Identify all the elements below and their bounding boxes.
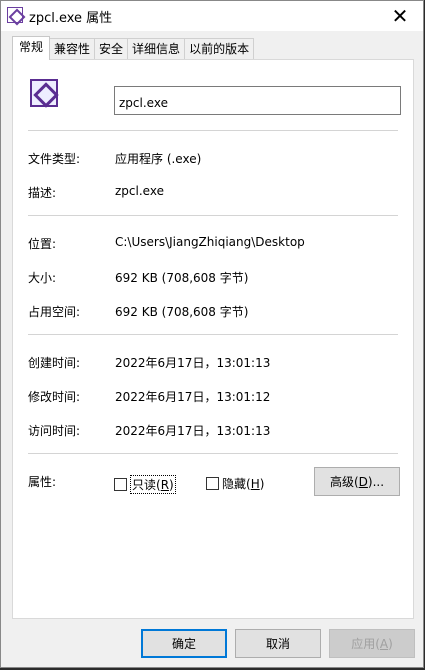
tab-compatibility[interactable]: 兼容性 bbox=[49, 38, 96, 60]
file-type-value: 应用程序 (.exe) bbox=[115, 152, 202, 166]
readonly-checkbox-box[interactable] bbox=[114, 478, 127, 491]
tab-general[interactable]: 常规 bbox=[12, 36, 51, 60]
size-label: 大小: bbox=[28, 271, 57, 285]
file-name-input[interactable] bbox=[114, 86, 401, 115]
description-value: zpcl.exe bbox=[115, 184, 164, 198]
hidden-checkbox[interactable]: 隐藏(H) bbox=[206, 475, 264, 492]
modified-value: 2022年6月17日，13:01:12 bbox=[115, 390, 271, 404]
location-value: C:\Users\JiangZhiqiang\Desktop bbox=[115, 235, 305, 249]
size-value: 692 KB (708,608 字节) bbox=[115, 271, 249, 285]
window-title: zpcl.exe 属性 bbox=[29, 11, 113, 26]
general-panel: 文件类型: 应用程序 (.exe) 描述: zpcl.exe 位置: C:\Us… bbox=[12, 59, 414, 619]
disk-size-label: 占用空间: bbox=[28, 305, 81, 319]
hidden-checkbox-label: 隐藏(H) bbox=[222, 477, 265, 491]
tab-security[interactable]: 安全 bbox=[94, 38, 129, 60]
title-bar: zpcl.exe 属性 ✕ bbox=[1, 1, 423, 31]
tab-previous-versions[interactable]: 以前的版本 bbox=[184, 38, 255, 60]
attributes-label: 属性: bbox=[28, 475, 57, 489]
exe-file-icon bbox=[30, 79, 58, 107]
app-icon bbox=[7, 7, 23, 23]
advanced-button[interactable]: 高级(D)... bbox=[314, 467, 400, 496]
properties-dialog: zpcl.exe 属性 ✕ 常规 兼容性 安全 详细信息 以前的版本 文件类型:… bbox=[0, 0, 424, 668]
hidden-checkbox-box[interactable] bbox=[206, 477, 219, 490]
tab-strip: 常规 兼容性 安全 详细信息 以前的版本 bbox=[12, 36, 255, 60]
close-button[interactable]: ✕ bbox=[377, 1, 423, 31]
apply-button[interactable]: 应用(A) bbox=[329, 629, 415, 658]
divider bbox=[28, 453, 398, 454]
divider bbox=[28, 130, 398, 131]
modified-label: 修改时间: bbox=[28, 390, 81, 404]
divider bbox=[28, 334, 398, 335]
cancel-button[interactable]: 取消 bbox=[235, 629, 321, 658]
description-label: 描述: bbox=[28, 186, 57, 200]
accessed-value: 2022年6月17日，13:01:13 bbox=[115, 424, 271, 438]
created-value: 2022年6月17日，13:01:13 bbox=[115, 356, 271, 370]
file-type-label: 文件类型: bbox=[28, 152, 81, 166]
readonly-checkbox-label: 只读(R) bbox=[130, 475, 176, 494]
divider bbox=[28, 215, 398, 216]
tab-details[interactable]: 详细信息 bbox=[127, 38, 186, 60]
disk-size-value: 692 KB (708,608 字节) bbox=[115, 305, 249, 319]
accessed-label: 访问时间: bbox=[28, 424, 81, 438]
location-label: 位置: bbox=[28, 237, 57, 251]
close-icon: ✕ bbox=[391, 4, 409, 28]
readonly-checkbox[interactable]: 只读(R) bbox=[114, 475, 176, 494]
ok-button[interactable]: 确定 bbox=[141, 629, 227, 658]
created-label: 创建时间: bbox=[28, 356, 81, 370]
